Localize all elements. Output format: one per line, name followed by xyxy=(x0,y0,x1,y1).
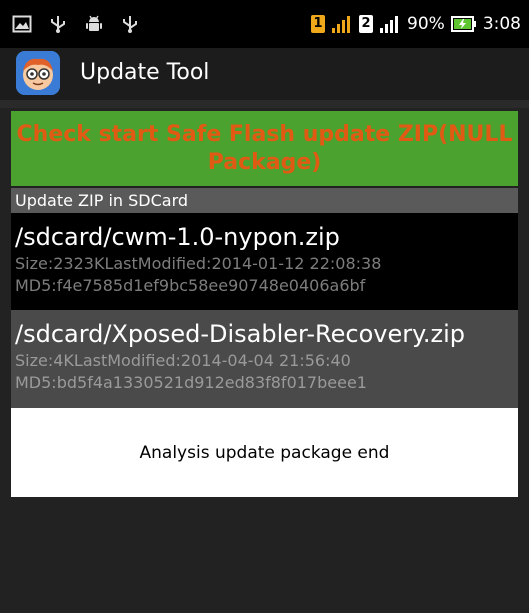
zip-list-item[interactable]: /sdcard/Xposed-Disabler-Recovery.zip Siz… xyxy=(11,310,518,408)
action-bar: Update Tool xyxy=(0,48,529,100)
status-bar: 1 2 90% 3:08 xyxy=(0,0,529,48)
app-title: Update Tool xyxy=(80,60,210,85)
zip-size-modified: Size:2323KLastModified:2014-01-12 22:08:… xyxy=(15,254,382,273)
signal-sim1-icon xyxy=(331,14,353,34)
sim1-badge: 1 xyxy=(311,15,326,33)
battery-percent: 90% xyxy=(407,14,445,34)
image-icon xyxy=(12,14,32,34)
result-message-panel: Analysis update package end xyxy=(11,408,518,497)
android-icon xyxy=(84,14,104,34)
battery-charging-icon xyxy=(450,15,477,33)
zip-path: /sdcard/cwm-1.0-nypon.zip xyxy=(15,223,340,251)
usb-icon xyxy=(48,14,68,34)
status-system-icons: 1 2 90% 3:08 xyxy=(311,10,521,38)
check-safe-flash-button[interactable]: Check start Safe Flash update ZIP(NULL P… xyxy=(11,111,518,186)
zip-list-item[interactable]: /sdcard/cwm-1.0-nypon.zip Size:2323KLast… xyxy=(11,213,518,310)
usb-icon xyxy=(120,14,140,34)
app-face-icon[interactable] xyxy=(16,51,60,95)
status-notification-icons xyxy=(12,10,140,38)
zip-size-modified: Size:4KLastModified:2014-04-04 21:56:40 xyxy=(15,351,351,370)
signal-sim2-icon xyxy=(379,14,401,34)
zip-path: /sdcard/Xposed-Disabler-Recovery.zip xyxy=(15,320,466,348)
zip-md5: MD5:bd5f4a1330521d912ed83f8f017beee1 xyxy=(15,373,367,392)
result-message: Analysis update package end xyxy=(139,442,390,463)
clock: 3:08 xyxy=(482,14,521,34)
sim2-badge: 2 xyxy=(359,15,374,33)
section-header: Update ZIP in SDCard xyxy=(11,188,518,213)
zip-md5: MD5:f4e7585d1ef9bc58ee90748e0406a6bf xyxy=(15,276,366,295)
divider xyxy=(0,100,529,108)
